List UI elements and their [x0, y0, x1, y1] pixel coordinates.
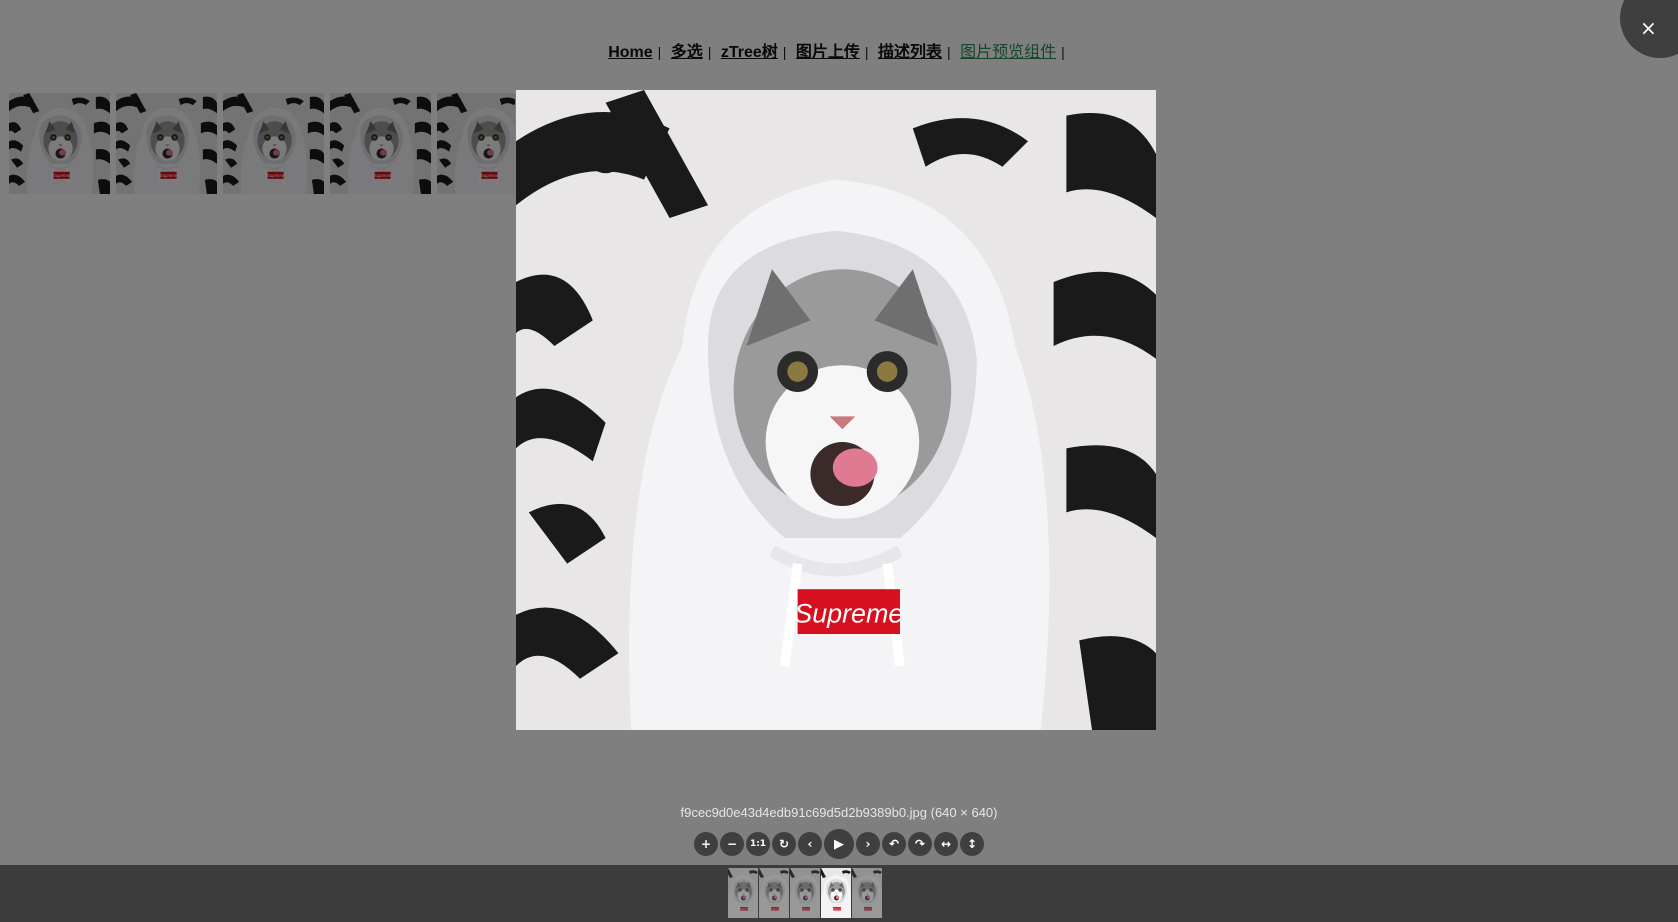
navbar-thumbnail[interactable]: Supreme — [759, 868, 789, 918]
play-button[interactable]: ▶ — [824, 829, 854, 859]
cat-in-hoodie-image: Supreme — [852, 868, 882, 918]
cat-in-hoodie-image: Supreme — [516, 90, 1156, 730]
rotate-right-icon: ↷ — [914, 837, 926, 851]
prev-button[interactable]: ‹ — [798, 832, 822, 856]
viewer-toolbar: + − 1:1 ↻ ‹ ▶ › ↶ ↷ ↔ ↕ — [0, 829, 1678, 859]
chevron-right-icon: › — [865, 837, 871, 851]
cat-in-hoodie-image: Supreme — [790, 868, 820, 918]
reset-button[interactable]: ↻ — [772, 832, 796, 856]
chevron-left-icon: ‹ — [807, 837, 813, 851]
main-preview-image[interactable]: Supreme — [516, 90, 1156, 730]
viewer-navbar-list: Supreme Supreme Supreme Supreme Supreme — [728, 868, 883, 918]
navbar-thumbnail[interactable]: Supreme — [821, 868, 851, 918]
navbar-thumbnail[interactable]: Supreme — [790, 868, 820, 918]
next-button[interactable]: › — [856, 832, 880, 856]
cat-in-hoodie-image: Supreme — [728, 868, 758, 918]
flip-horizontal-icon: ↔ — [940, 837, 952, 851]
minus-icon: − — [726, 837, 738, 851]
reset-icon: ↻ — [778, 837, 790, 851]
one-to-one-icon: 1:1 — [749, 839, 767, 849]
zoom-in-button[interactable]: + — [694, 832, 718, 856]
one-to-one-button[interactable]: 1:1 — [746, 832, 770, 856]
flip-vertical-icon: ↕ — [966, 837, 978, 851]
rotate-right-button[interactable]: ↷ — [908, 832, 932, 856]
play-icon: ▶ — [834, 836, 844, 852]
rotate-left-icon: ↶ — [888, 837, 900, 851]
cat-in-hoodie-image: Supreme — [821, 868, 851, 918]
flip-horizontal-button[interactable]: ↔ — [934, 832, 958, 856]
cat-in-hoodie-image: Supreme — [759, 868, 789, 918]
navbar-thumbnail[interactable]: Supreme — [852, 868, 882, 918]
supreme-logo-text: Supreme — [794, 598, 903, 628]
flip-vertical-button[interactable]: ↕ — [960, 832, 984, 856]
close-icon: × — [1640, 16, 1657, 40]
rotate-left-button[interactable]: ↶ — [882, 832, 906, 856]
navbar-thumbnail[interactable]: Supreme — [728, 868, 758, 918]
plus-icon: + — [700, 837, 712, 851]
viewer-navbar: Supreme Supreme Supreme Supreme Supreme — [0, 865, 1678, 922]
zoom-out-button[interactable]: − — [720, 832, 744, 856]
image-caption: f9cec9d0e43d4edb91c69d5d2b9389b0.jpg (64… — [680, 805, 998, 820]
